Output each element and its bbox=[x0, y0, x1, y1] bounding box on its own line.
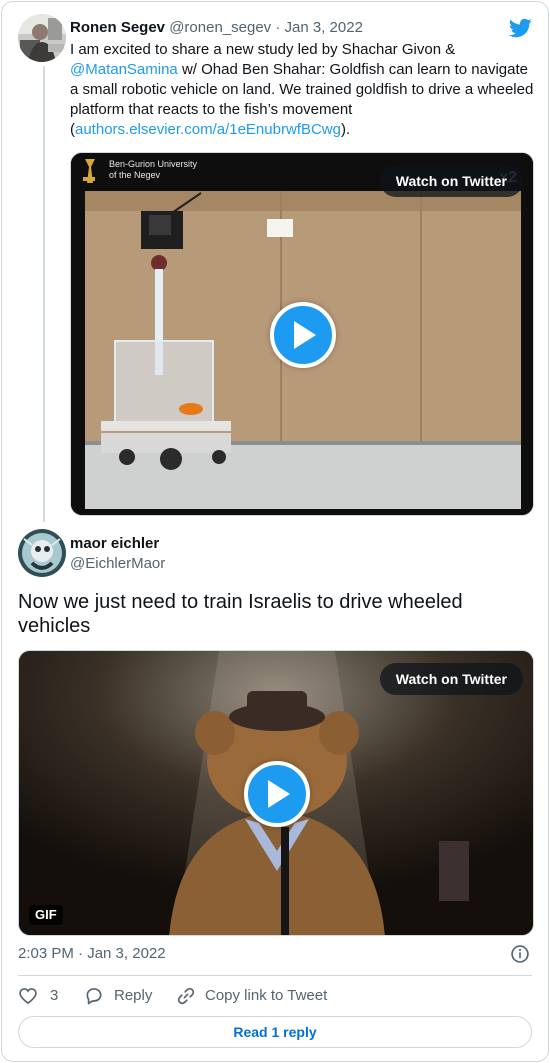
play-icon bbox=[294, 321, 316, 349]
main-gif-player[interactable]: Watch on Twitter GIF bbox=[18, 650, 534, 936]
link-close-paren: ). bbox=[340, 121, 351, 138]
university-logo-text: Ben-Gurion University of the Negev bbox=[109, 159, 197, 181]
play-button[interactable] bbox=[270, 302, 336, 368]
parent-tweet-header: Ronen Segev @ronen_segev · Jan 3, 2022 bbox=[70, 18, 490, 38]
twitter-bird-icon[interactable] bbox=[508, 16, 532, 40]
play-icon bbox=[268, 780, 290, 808]
info-icon[interactable] bbox=[510, 944, 530, 964]
play-button-gif[interactable] bbox=[244, 761, 310, 827]
link-icon bbox=[177, 987, 195, 1005]
tweet-embed-card: Ronen Segev @ronen_segev · Jan 3, 2022 I… bbox=[1, 1, 549, 1062]
parent-author-name[interactable]: Ronen Segev bbox=[70, 19, 165, 36]
gif-badge: GIF bbox=[29, 905, 63, 925]
logo-line-1: Ben-Gurion University bbox=[109, 159, 198, 169]
parent-video-player[interactable]: Ben-Gurion University of the Negev x2 Wa… bbox=[70, 152, 534, 516]
main-author-avatar[interactable] bbox=[18, 529, 66, 577]
tweet-timestamp[interactable]: 2:03 PM · Jan 3, 2022 bbox=[18, 944, 166, 964]
copy-link-label: Copy link to Tweet bbox=[205, 987, 328, 1004]
logo-line-2: of the Negev bbox=[109, 170, 161, 180]
header-separator: · bbox=[275, 19, 281, 36]
reply-label: Reply bbox=[114, 987, 153, 1004]
parent-author-avatar[interactable] bbox=[18, 14, 66, 62]
parent-tweet-date[interactable]: Jan 3, 2022 bbox=[285, 19, 363, 36]
main-author-handle[interactable]: @EichlerMaor bbox=[70, 554, 165, 574]
mention-link[interactable]: @MatanSamina bbox=[70, 61, 178, 78]
main-author-name[interactable]: maor eichler bbox=[70, 534, 159, 554]
watch-on-twitter-button-gif[interactable]: Watch on Twitter bbox=[379, 663, 523, 695]
heart-icon bbox=[19, 988, 37, 1005]
reply-bubble-icon bbox=[86, 988, 102, 1005]
like-count: 3 bbox=[50, 987, 59, 1004]
parent-author-handle[interactable]: @ronen_segev bbox=[169, 19, 271, 36]
read-replies-button[interactable]: Read 1 reply bbox=[18, 1016, 532, 1048]
watch-on-twitter-button[interactable]: Watch on Twitter bbox=[379, 165, 523, 197]
main-tweet-text: Now we just need to train Israelis to dr… bbox=[18, 591, 463, 637]
actions-divider bbox=[18, 975, 532, 976]
parent-text-part1: I am excited to share a new study led by… bbox=[70, 41, 456, 58]
article-link[interactable]: authors.elsevier.com/a/1eEnubrwfBCwg bbox=[75, 121, 341, 138]
thread-connector-line bbox=[43, 66, 45, 522]
parent-tweet-text: I am excited to share a new study led by… bbox=[70, 40, 536, 140]
